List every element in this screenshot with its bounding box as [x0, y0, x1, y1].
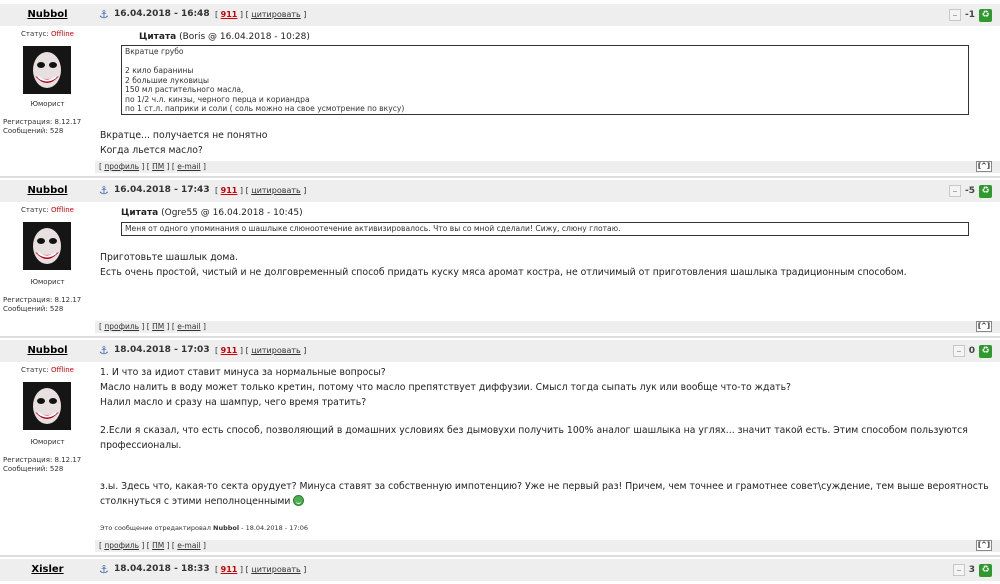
joker-avatar-icon — [23, 46, 71, 94]
avatar[interactable] — [23, 46, 71, 94]
post-body: Вкратце... получается не понятно Когда л… — [100, 130, 268, 156]
post-number-link[interactable]: 911 — [221, 565, 238, 574]
author-bar: Nubbol — [0, 180, 95, 202]
email-link[interactable]: e-mail — [177, 322, 200, 331]
quote-link[interactable]: цитировать — [251, 346, 300, 355]
quote-box: Меня от одного упоминания о шашлыке слюн… — [121, 222, 969, 236]
pm-link[interactable]: ПМ — [152, 541, 164, 550]
scroll-top-button[interactable]: [^] — [976, 321, 992, 332]
user-registration: Регистрация: 8.12.17 Сообщений: 528 — [3, 118, 82, 135]
quote-title: Цитата (Ogre55 @ 16.04.2018 - 10:45) — [121, 208, 303, 218]
quote-box: Вкратце грубо 2 кило баранины 2 большие … — [121, 45, 969, 115]
user-rank: Юморист — [30, 100, 65, 108]
rate-plus-icon[interactable]: ♻ — [979, 563, 992, 577]
avatar[interactable] — [23, 382, 71, 430]
pm-link[interactable]: ПМ — [152, 162, 164, 171]
quote-link[interactable]: цитировать — [251, 186, 300, 195]
post-actions: [ 911 ] [ цитировать ] — [215, 346, 307, 355]
author-name[interactable]: Nubbol — [27, 185, 67, 196]
user-status: Статус: Offline — [21, 366, 74, 374]
post: Nubbol Статус: Offline Юморист Регистрац… — [0, 177, 1000, 337]
anchor-icon[interactable]: ⚓ — [99, 9, 109, 20]
user-rank: Юморист — [30, 438, 65, 446]
profile-link[interactable]: профиль — [104, 541, 139, 550]
user-status: Статус: Offline — [21, 206, 74, 214]
user-status: Статус: Offline — [21, 30, 74, 38]
rating-score: 0 — [968, 346, 975, 356]
post-header: ⚓ 18.04.2018 - 18:33 [ 911 ] [ цитироват… — [95, 559, 1000, 581]
joker-avatar-icon — [23, 222, 71, 270]
author-bar: Nubbol — [0, 340, 95, 362]
rate-minus-button[interactable] — [949, 185, 961, 197]
rate-plus-icon[interactable]: ♻ — [979, 184, 992, 198]
profile-link[interactable]: профиль — [104, 162, 139, 171]
post-actions: [ 911 ] [ цитировать ] — [215, 565, 307, 574]
avatar[interactable] — [23, 222, 71, 270]
post-rating: -1 ♻ — [949, 8, 992, 22]
post: Nubbol Статус: Offline Юморист Регистрац… — [0, 0, 1000, 177]
quote-title: Цитата (Boris @ 16.04.2018 - 10:28) — [139, 32, 310, 42]
rate-minus-button[interactable] — [952, 345, 965, 357]
rate-minus-button[interactable] — [952, 564, 965, 576]
post-footer: [ профиль ] [ ПМ ] [ e-mail ] [^] — [95, 321, 1000, 333]
user-rank: Юморист — [30, 278, 65, 286]
quote-link[interactable]: цитировать — [251, 10, 300, 19]
profile-link[interactable]: профиль — [104, 322, 139, 331]
rating-score: -5 — [965, 186, 975, 196]
pm-link[interactable]: ПМ — [152, 322, 164, 331]
smiley-icon — [293, 495, 305, 506]
post-header: ⚓ 18.04.2018 - 17:03 [ 911 ] [ цитироват… — [95, 340, 1000, 362]
user-registration: Регистрация: 8.12.17 Сообщений: 528 — [3, 456, 82, 473]
edit-note: Это сообщение отредактировал Nubbol - 18… — [100, 524, 308, 532]
user-registration: Регистрация: 8.12.17 Сообщений: 528 — [3, 296, 82, 313]
rate-minus-button[interactable] — [949, 9, 961, 21]
scroll-top-button[interactable]: [^] — [976, 540, 992, 551]
post-header: ⚓ 16.04.2018 - 17:43 [ 911 ] [ цитироват… — [95, 180, 1000, 202]
anchor-icon[interactable]: ⚓ — [99, 345, 109, 356]
post-footer: [ профиль ] [ ПМ ] [ e-mail ] [^] — [95, 161, 1000, 173]
post-date: 16.04.2018 - 17:43 — [114, 185, 210, 195]
post-rating: 0 ♻ — [952, 344, 992, 358]
post-number-link[interactable]: 911 — [221, 346, 238, 355]
author-name[interactable]: Nubbol — [27, 345, 67, 356]
rating-score: -1 — [965, 10, 975, 20]
author-bar: Xisler — [0, 559, 95, 581]
author-name[interactable]: Nubbol — [27, 9, 67, 20]
anchor-icon[interactable]: ⚓ — [99, 185, 109, 196]
author-name[interactable]: Xisler — [31, 564, 63, 575]
post-date: 18.04.2018 - 17:03 — [114, 345, 210, 355]
rate-plus-icon[interactable]: ♻ — [979, 344, 992, 358]
post-number-link[interactable]: 911 — [221, 10, 238, 19]
post-footer: [ профиль ] [ ПМ ] [ e-mail ] [^] — [95, 540, 1000, 552]
post-rating: 3 ♻ — [952, 563, 992, 577]
post: Xisler ⚓ 18.04.2018 - 18:33 [ 911 ] [ ци… — [0, 557, 1000, 584]
anchor-icon[interactable]: ⚓ — [99, 564, 109, 575]
post-number-link[interactable]: 911 — [221, 186, 238, 195]
email-link[interactable]: e-mail — [177, 541, 200, 550]
post-header: ⚓ 16.04.2018 - 16:48 [ 911 ] [ цитироват… — [95, 4, 1000, 26]
quote-link[interactable]: цитировать — [251, 565, 300, 574]
post-date: 16.04.2018 - 16:48 — [114, 9, 210, 19]
rating-score: 3 — [968, 565, 975, 575]
rate-plus-icon[interactable]: ♻ — [979, 8, 992, 22]
author-bar: Nubbol — [0, 4, 95, 26]
email-link[interactable]: e-mail — [177, 162, 200, 171]
post: Nubbol Статус: Offline Юморист Регистрац… — [0, 337, 1000, 555]
post-date: 18.04.2018 - 18:33 — [114, 564, 210, 574]
scroll-top-button[interactable]: [^] — [976, 161, 992, 172]
post-body: 1. И что за идиот ставит минуса за норма… — [100, 367, 989, 507]
post-actions: [ 911 ] [ цитировать ] — [215, 10, 307, 19]
post-body: Приготовьте шашлык дома. Есть очень прос… — [100, 252, 907, 278]
post-rating: -5 ♻ — [949, 184, 992, 198]
post-actions: [ 911 ] [ цитировать ] — [215, 186, 307, 195]
joker-avatar-icon — [23, 382, 71, 430]
